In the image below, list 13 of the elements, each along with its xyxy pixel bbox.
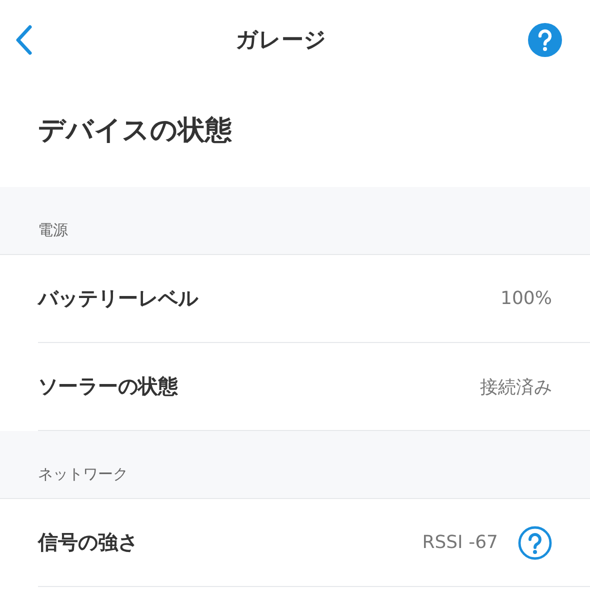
back-icon[interactable]: [14, 24, 34, 56]
row-value: RSSI -67: [422, 532, 498, 553]
help-icon[interactable]: [518, 526, 552, 560]
row-label: 信号の強さ: [38, 529, 138, 556]
section-title: 電源: [38, 221, 68, 240]
section-title: ネットワーク: [38, 465, 128, 484]
row-value: 接続済み: [480, 376, 552, 398]
row-label: バッテリーレベル: [38, 285, 198, 312]
row-label: ソーラーの状態: [38, 373, 178, 400]
row-value: 100%: [500, 288, 552, 309]
help-icon[interactable]: [528, 23, 562, 57]
header-title: ガレージ: [236, 27, 326, 55]
page-title: デバイスの状態: [37, 114, 233, 148]
